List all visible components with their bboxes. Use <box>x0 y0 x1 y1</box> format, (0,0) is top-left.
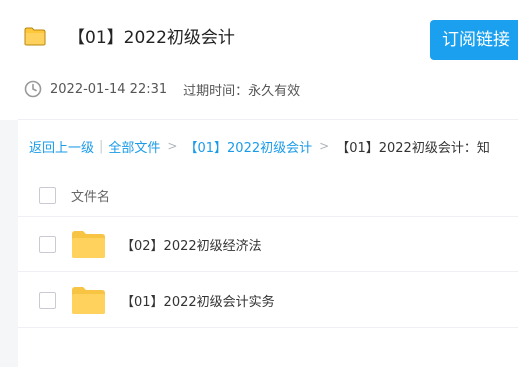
column-header-filename: 文件名 <box>71 189 111 205</box>
row-divider <box>18 216 518 217</box>
file-name[interactable]: 【02】2022初级经济法 <box>121 235 262 254</box>
clock-icon <box>24 80 42 98</box>
left-panel <box>0 120 18 367</box>
folder-icon <box>24 27 46 46</box>
breadcrumb-level-1[interactable]: 【01】2022初级会计 <box>184 137 312 156</box>
row-checkbox[interactable] <box>39 235 56 253</box>
page-header: 【01】2022初级会计 订阅链接 <box>0 0 518 120</box>
file-name[interactable]: 【01】2022初级会计实务 <box>121 291 275 310</box>
subscribe-link-button[interactable]: 订阅链接 <box>430 20 518 60</box>
page-title: 【01】2022初级会计 <box>68 28 235 48</box>
back-link[interactable]: 返回上一级 <box>29 137 94 156</box>
share-date: 2022-01-14 22:31 <box>50 81 168 97</box>
chevron-right-icon: > <box>167 139 178 153</box>
row-checkbox[interactable] <box>39 291 56 309</box>
share-meta: 2022-01-14 22:31 过期时间：永久有效 <box>24 79 300 99</box>
breadcrumb-separator: | <box>99 138 104 154</box>
table-header: 文件名 <box>18 184 518 206</box>
header-divider <box>18 119 518 120</box>
chevron-right-icon: > <box>319 139 330 153</box>
table-row[interactable]: 【02】2022初级经济法 <box>18 230 518 258</box>
select-all-checkbox[interactable] <box>39 186 56 204</box>
expiry-text: 过期时间：永久有效 <box>183 83 301 99</box>
folder-icon <box>72 286 105 314</box>
breadcrumb-current: 【01】2022初级会计：知 <box>336 140 490 156</box>
breadcrumb: 返回上一级 | 全部文件 > 【01】2022初级会计 > 【01】2022初级… <box>29 136 490 156</box>
all-files-link[interactable]: 全部文件 <box>108 137 160 156</box>
row-divider <box>18 327 518 328</box>
folder-icon <box>72 230 105 258</box>
table-row[interactable]: 【01】2022初级会计实务 <box>18 286 518 314</box>
row-divider <box>18 271 518 272</box>
